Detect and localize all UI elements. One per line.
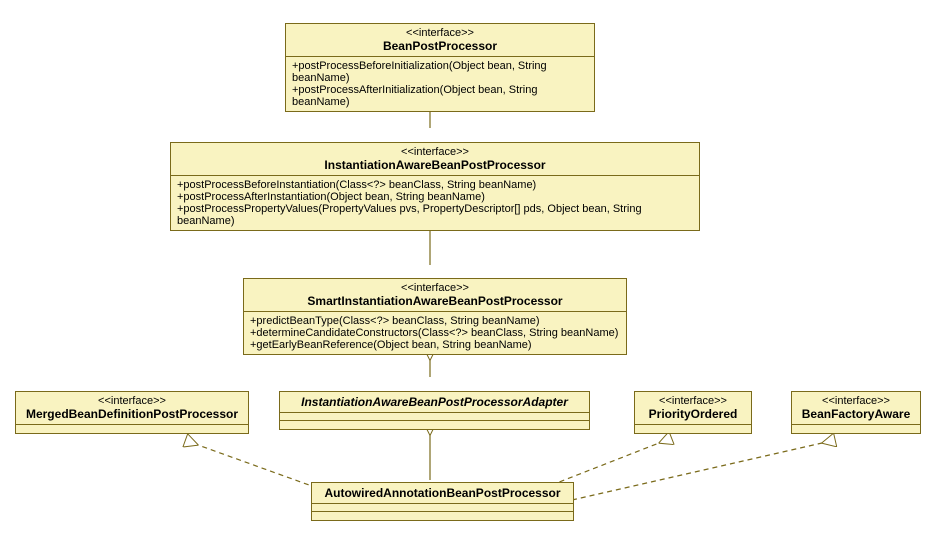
stereotype-label: <<interface>> xyxy=(250,282,620,294)
operation: +determineCandidateConstructors(Class<?>… xyxy=(250,327,620,339)
class-name: BeanPostProcessor xyxy=(292,39,588,53)
class-name: InstantiationAwareBeanPostProcessor xyxy=(177,158,693,172)
class-name: PriorityOrdered xyxy=(641,407,745,421)
operation: +postProcessBeforeInitialization(Object … xyxy=(292,60,588,84)
stereotype-label: <<interface>> xyxy=(177,146,693,158)
class-bean-post-processor: <<interface>> BeanPostProcessor +postPro… xyxy=(285,23,595,112)
operation: +predictBeanType(Class<?> beanClass, Str… xyxy=(250,315,620,327)
class-name: BeanFactoryAware xyxy=(798,407,914,421)
operation: +postProcessAfterInstantiation(Object be… xyxy=(177,191,693,203)
class-instantiation-aware-bpp: <<interface>> InstantiationAwareBeanPost… xyxy=(170,142,700,231)
class-priority-ordered: <<interface>> PriorityOrdered xyxy=(634,391,752,434)
operation: +postProcessPropertyValues(PropertyValue… xyxy=(177,203,693,227)
class-instantiation-aware-bpp-adapter: InstantiationAwareBeanPostProcessorAdapt… xyxy=(279,391,590,430)
stereotype-label: <<interface>> xyxy=(798,395,914,407)
class-name: MergedBeanDefinitionPostProcessor xyxy=(22,407,242,421)
stereotype-label: <<interface>> xyxy=(22,395,242,407)
operation: +postProcessBeforeInstantiation(Class<?>… xyxy=(177,179,693,191)
class-name: AutowiredAnnotationBeanPostProcessor xyxy=(318,486,567,500)
operation: +getEarlyBeanReference(Object bean, Stri… xyxy=(250,339,620,351)
class-name: SmartInstantiationAwareBeanPostProcessor xyxy=(250,294,620,308)
operation: +postProcessAfterInitialization(Object b… xyxy=(292,84,588,108)
class-smart-instantiation-aware-bpp: <<interface>> SmartInstantiationAwareBea… xyxy=(243,278,627,355)
stereotype-label: <<interface>> xyxy=(292,27,588,39)
class-bean-factory-aware: <<interface>> BeanFactoryAware xyxy=(791,391,921,434)
stereotype-label: <<interface>> xyxy=(641,395,745,407)
class-name: InstantiationAwareBeanPostProcessorAdapt… xyxy=(286,395,583,409)
class-merged-bean-definition-pp: <<interface>> MergedBeanDefinitionPostPr… xyxy=(15,391,249,434)
class-autowired-annotation-bpp: AutowiredAnnotationBeanPostProcessor xyxy=(311,482,574,521)
